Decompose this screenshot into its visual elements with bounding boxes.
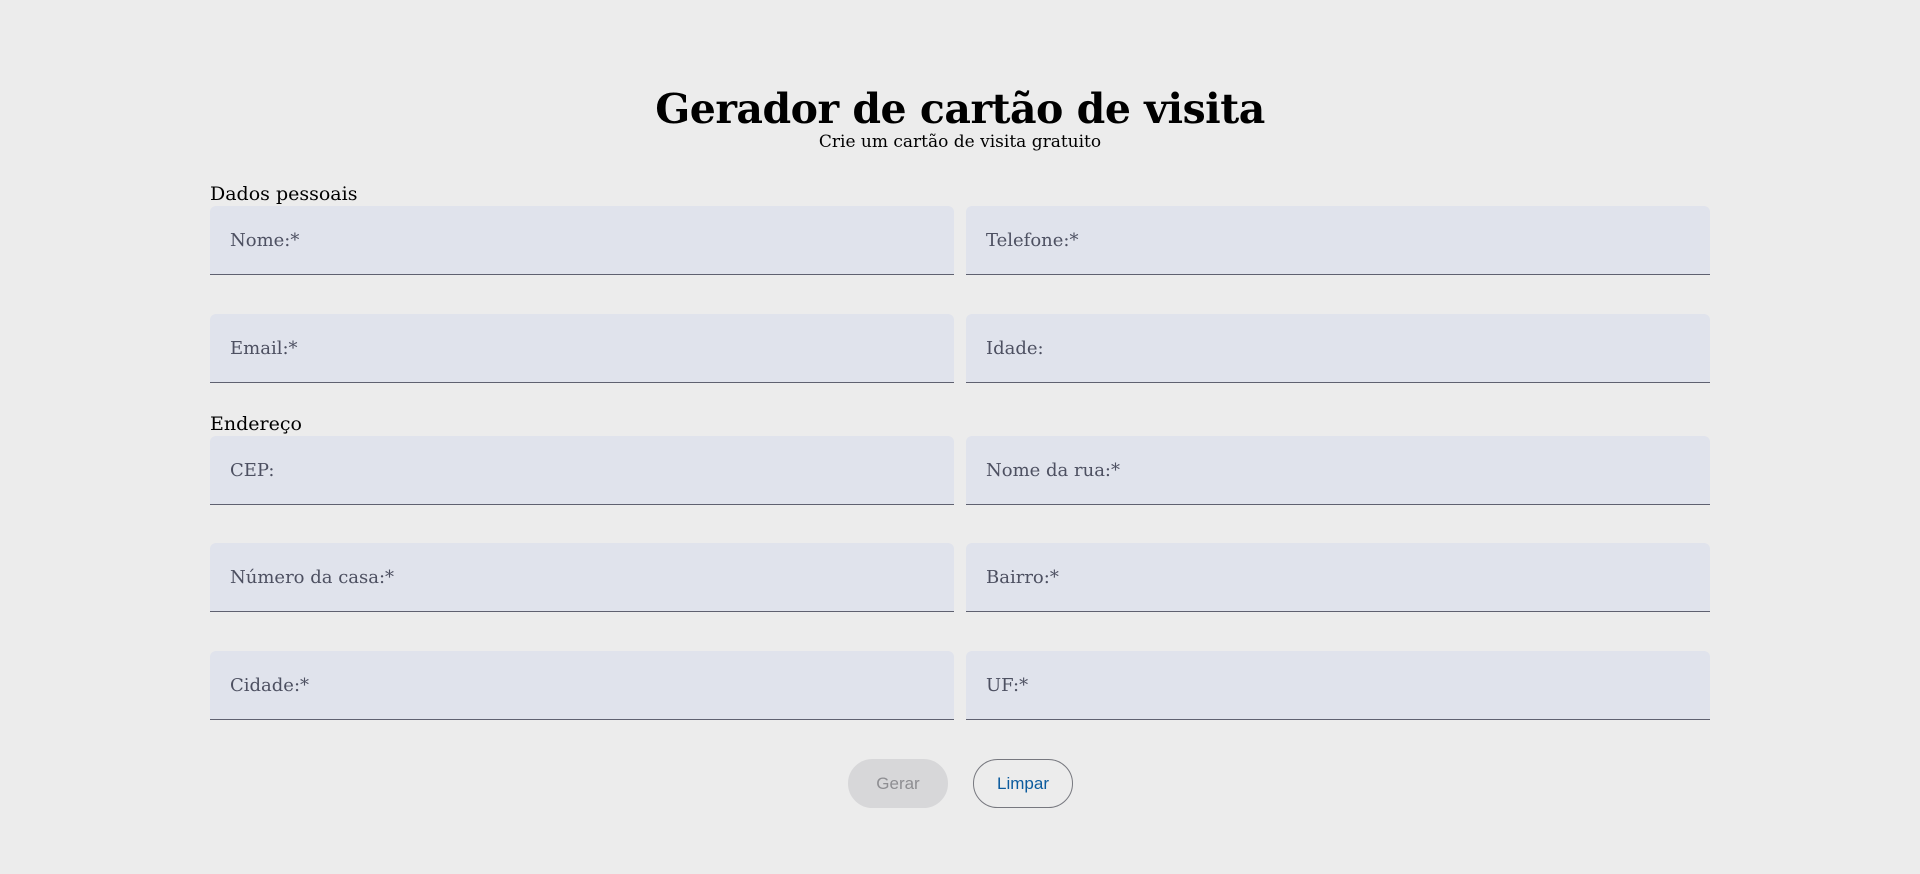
- name-input[interactable]: [210, 206, 954, 274]
- city-field[interactable]: Cidade:*: [210, 651, 954, 720]
- cep-field[interactable]: CEP:: [210, 436, 954, 505]
- page-title: Gerador de cartão de visita: [655, 85, 1265, 133]
- generate-button[interactable]: Gerar: [848, 759, 948, 808]
- clear-button[interactable]: Limpar: [973, 759, 1073, 808]
- state-field[interactable]: UF:*: [966, 651, 1710, 720]
- email-input[interactable]: [210, 314, 954, 382]
- name-field[interactable]: Nome:*: [210, 206, 954, 275]
- street-name-input[interactable]: [966, 436, 1710, 504]
- age-input[interactable]: [966, 314, 1710, 382]
- neighborhood-input[interactable]: [966, 543, 1710, 611]
- email-field[interactable]: Email:*: [210, 314, 954, 383]
- neighborhood-field[interactable]: Bairro:*: [966, 543, 1710, 612]
- section-label-address: Endereço: [210, 413, 302, 435]
- age-field[interactable]: Idade:: [966, 314, 1710, 383]
- street-name-field[interactable]: Nome da rua:*: [966, 436, 1710, 505]
- city-input[interactable]: [210, 651, 954, 719]
- state-input[interactable]: [966, 651, 1710, 719]
- cep-input[interactable]: [210, 436, 954, 504]
- phone-field[interactable]: Telefone:*: [966, 206, 1710, 275]
- section-label-personal-data: Dados pessoais: [210, 183, 358, 205]
- house-number-field[interactable]: Número da casa:*: [210, 543, 954, 612]
- page-subtitle: Crie um cartão de visita gratuito: [818, 132, 1102, 152]
- business-card-generator-page: Gerador de cartão de visita Crie um cart…: [0, 0, 1920, 874]
- house-number-input[interactable]: [210, 543, 954, 611]
- phone-input[interactable]: [966, 206, 1710, 274]
